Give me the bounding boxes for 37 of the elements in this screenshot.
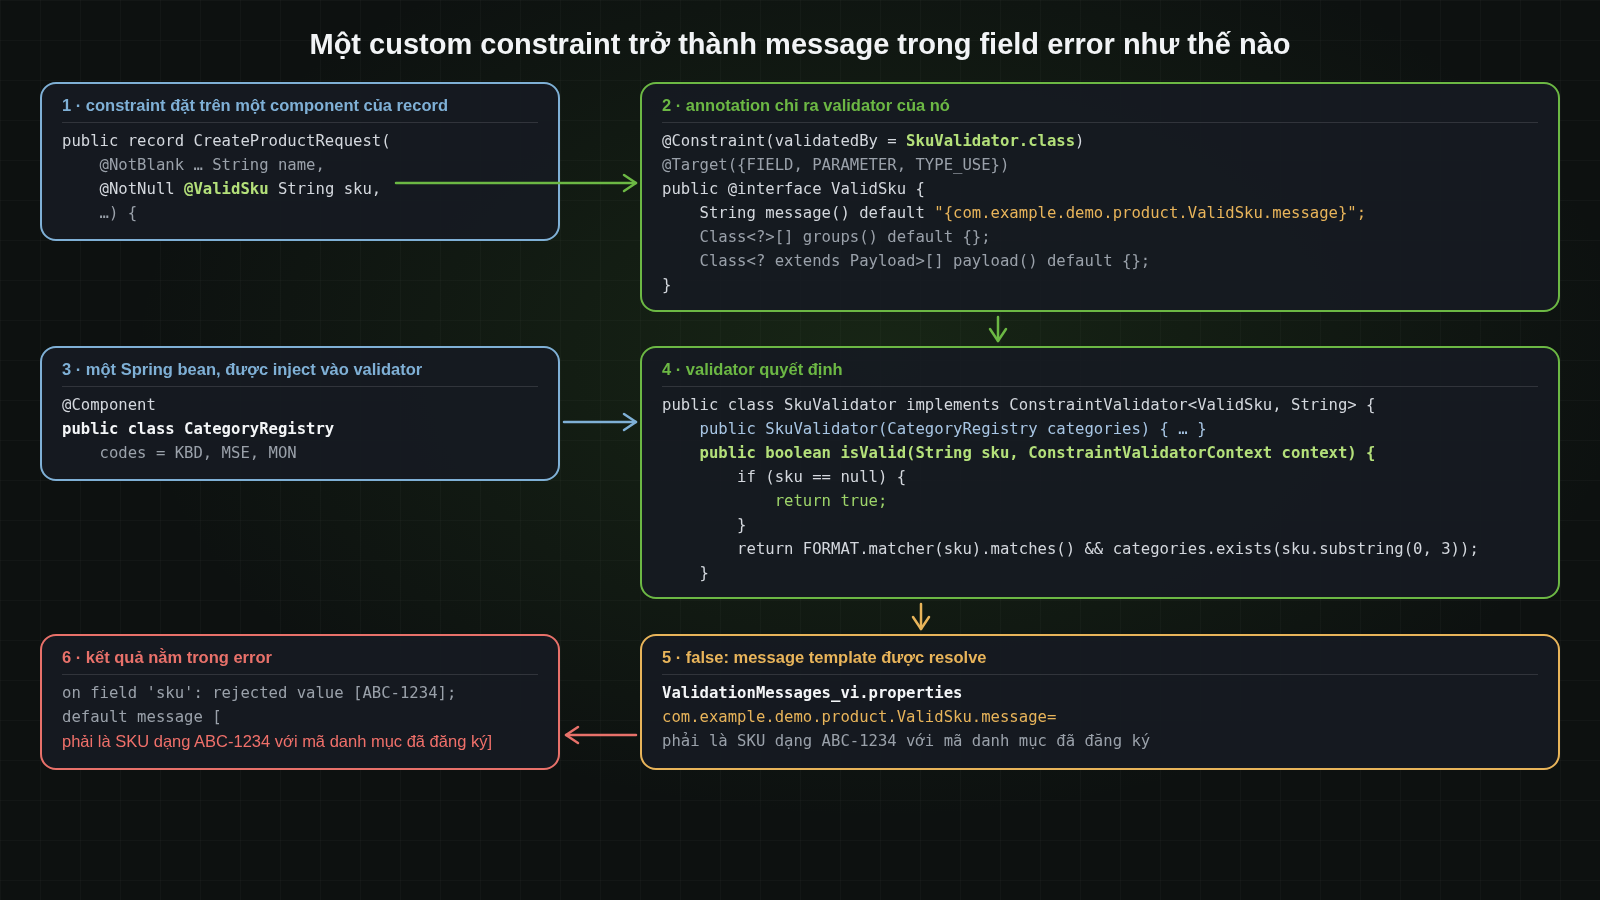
code-line: @NotBlank … String name,: [98, 155, 325, 176]
card-title: 3 · một Spring bean, được inject vào validator: [62, 358, 538, 387]
code-line: com.example.demo.product.ValidSku.message=: [662, 707, 1057, 728]
code-line: ValidationMessages_vi.properties: [662, 683, 963, 704]
code-line: @Target({FIELD, PARAMETER, TYPE_USE}): [662, 155, 1010, 176]
code-line: on field 'sku': rejected value [ABC-1234];: [62, 683, 457, 704]
code-line: codes = KBD, MSE, MON: [98, 443, 297, 464]
code-line: …) {: [98, 203, 138, 224]
code-line: }: [736, 515, 747, 536]
code-line: @Component: [62, 395, 156, 416]
code-line: Class<?>[] groups() default {};: [698, 227, 991, 248]
arrow: [911, 602, 931, 631]
code-line: }: [662, 275, 672, 296]
code-line: public SkuValidator(CategoryRegistry categories) { … }: [698, 419, 1207, 440]
code-line: phải là SKU dạng ABC-1234 với mã danh mục đã đăng ký]: [62, 731, 492, 752]
code-line: Class<? extends Payload>[] payload() default {};: [698, 251, 1151, 272]
code-line: if (sku == null) {: [736, 467, 907, 488]
code-line: public record CreateProductRequest(: [62, 131, 391, 152]
card-title: 5 · false: message template được resolve: [662, 646, 1538, 675]
code-line: public class SkuValidator implements ConstraintValidator<ValidSku, String> {: [662, 395, 1376, 416]
card-title: 1 · constraint đặt trên một component của record: [62, 94, 538, 123]
code-line: @Constraint(validatedBy = SkuValidator.class): [662, 131, 1085, 152]
code-line: phải là SKU dạng ABC-1234 với mã danh mục đã đăng ký: [662, 731, 1151, 752]
code-line: public @interface ValidSku {: [662, 179, 925, 200]
code-line: return true;: [773, 491, 888, 512]
code-line: public boolean isValid(String sku, ConstraintValidatorContext context) {: [698, 443, 1376, 464]
code-line: public class CategoryRegistry: [62, 419, 335, 440]
code-line: String message() default "{com.example.demo.product.ValidSku.message}";: [698, 203, 1367, 224]
code-line: @NotNull @ValidSku String sku,: [98, 179, 382, 200]
card-title: 4 · validator quyết định: [662, 358, 1538, 387]
card-title: 6 · kết quả nằm trong error: [62, 646, 538, 675]
card-title: 2 · annotation chỉ ra validator của nó: [662, 94, 1538, 123]
arrow: [988, 315, 1008, 343]
diagram-title: Một custom constraint trở thành message trong field error như thế nào: [308, 27, 1292, 62]
code-line: return FORMAT.matcher(sku).matches() && categories.exists(sku.substring(0, 3));: [736, 539, 1479, 560]
code-line: default message [: [62, 707, 222, 728]
code-line: }: [698, 563, 709, 584]
